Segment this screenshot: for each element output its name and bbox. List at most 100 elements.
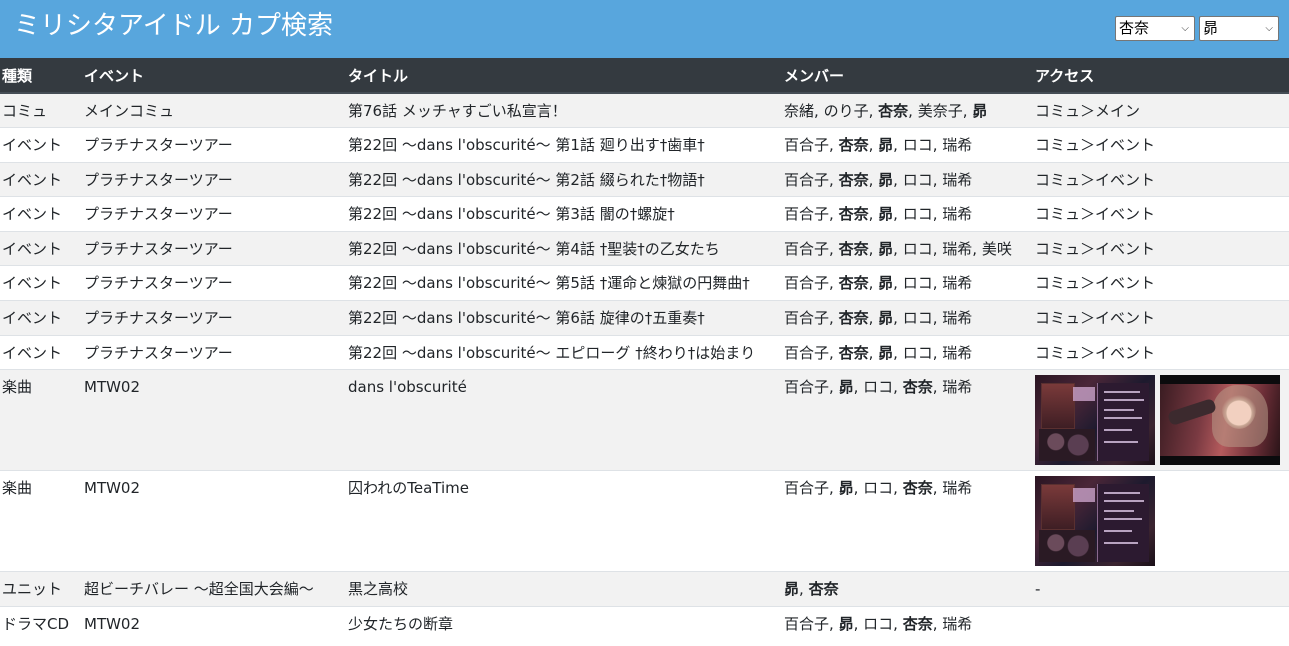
cell-type: イベント [0,300,82,336]
cell-title: 第22回 ～dans l'obscurité～ 第5話 †運命と煉獄の円舞曲† [346,265,782,301]
member-name: 百合子 [784,170,830,189]
cell-event: MTW02 [82,605,346,641]
access-link[interactable]: コミュ＞メイン [1033,92,1289,128]
member-name: 百合子 [784,309,830,328]
cell-event: プラチナスターツアー [82,334,346,370]
column-header-type: 種類 [0,58,82,94]
access-link[interactable]: コミュ＞イベント [1033,300,1289,336]
video-thumbnail[interactable] [1160,375,1280,466]
member-name-highlighted: 昴 [838,479,854,498]
cell-access: - [1033,571,1289,607]
cell-event: 超ビーチバレー ～超全国大会編～ [82,571,346,607]
member-name-highlighted: 昴 [784,580,800,599]
cell-members: 百合子, 昴, ロコ, 杏奈, 瑞希 [782,369,1033,471]
member-name: 美奈子 [917,102,963,120]
cell-type: ユニット [0,571,82,607]
column-header-title: タイトル [346,58,782,94]
member-name: 瑞希 [942,170,973,189]
member-name: 瑞希 [942,274,973,293]
member-name: ロコ [863,479,894,498]
cell-title: 第22回 ～dans l'obscurité～ 第3話 闇の†螺旋† [346,196,782,232]
member-name: ロコ [902,170,933,189]
member-name: 百合子 [784,239,830,258]
member-name-highlighted: 昴 [972,102,988,120]
member-name-highlighted: 昴 [878,309,894,328]
cell-title: 第22回 ～dans l'obscurité～ エピローグ †終わり†は始まり [346,334,782,370]
member-name: 百合子 [784,378,830,397]
idol-select-first[interactable]: 杏奈 ⌵ [1115,16,1195,41]
member-name: 瑞希 [942,343,973,362]
member-name-highlighted: 昴 [878,343,894,362]
cell-type: イベント [0,265,82,301]
page-title: ミリシタアイドル カプ検索 [14,11,333,41]
cd-jacket-thumbnail[interactable] [1035,476,1155,567]
cell-event: プラチナスターツアー [82,196,346,232]
cell-members: 百合子, 杏奈, 昴, ロコ, 瑞希 [782,127,1033,163]
results-table: 種類 イベント タイトル メンバー アクセス コミュ メインコミュ 第76話 メッチ… [0,58,1289,641]
member-name: のり子 [823,102,869,120]
cell-title: 黒之高校 [346,571,782,607]
thumbnail-list [1035,375,1289,466]
table-row: コミュ メインコミュ 第76話 メッチャすごい私宣言！ 奈緒, のり子, 杏奈, 美奈… [0,92,1289,128]
cell-title: dans l'obscurité [346,369,782,471]
cell-type: 楽曲 [0,369,82,471]
cell-type: コミュ [0,92,82,128]
member-name: 奈緒 [784,102,815,120]
access-link[interactable]: コミュ＞イベント [1033,161,1289,197]
table-row: ドラマCD MTW02 少女たちの断章 百合子, 昴, ロコ, 杏奈, 瑞希 [0,605,1289,641]
member-name-highlighted: 昴 [878,239,894,258]
cell-event: プラチナスターツアー [82,161,346,197]
member-name: ロコ [863,378,894,397]
table-row: イベント プラチナスターツアー 第22回 ～dans l'obscurité～ エピ… [0,334,1289,370]
member-name: ロコ [902,205,933,224]
member-name-highlighted: 杏奈 [902,378,933,397]
member-name-highlighted: 杏奈 [878,102,909,120]
member-name: 百合子 [784,136,830,155]
cell-type: イベント [0,161,82,197]
member-name: 瑞希 [942,136,973,155]
member-name: ロコ [902,136,933,155]
table-row: イベント プラチナスターツアー 第22回 ～dans l'obscurité～ 第2… [0,161,1289,197]
member-name-highlighted: 昴 [878,136,894,155]
idol-select-second[interactable]: 昴 ⌵ [1199,16,1279,41]
app-header: ミリシタアイドル カプ検索 杏奈 ⌵ 昴 ⌵ [0,0,1289,58]
table-row: イベント プラチナスターツアー 第22回 ～dans l'obscurité～ 第5… [0,265,1289,301]
member-name: ロコ [902,309,933,328]
cell-type: イベント [0,196,82,232]
cell-members: 百合子, 杏奈, 昴, ロコ, 瑞希, 美咲 [782,230,1033,266]
thumbnail-list [1035,476,1289,567]
cell-type: 楽曲 [0,470,82,572]
cell-title: 第22回 ～dans l'obscurité～ 第4話 †聖装†の乙女たち [346,230,782,266]
access-link[interactable]: コミュ＞イベント [1033,196,1289,232]
table-body: コミュ メインコミュ 第76話 メッチャすごい私宣言！ 奈緒, のり子, 杏奈, 美奈… [0,92,1289,641]
access-link[interactable]: コミュ＞イベント [1033,127,1289,163]
cell-event: MTW02 [82,470,346,572]
cell-type: イベント [0,127,82,163]
cell-title: 囚われのTeaTime [346,470,782,572]
member-name: 瑞希 [942,479,973,498]
member-name-highlighted: 杏奈 [838,170,869,189]
cell-members: 百合子, 杏奈, 昴, ロコ, 瑞希 [782,161,1033,197]
member-name-highlighted: 杏奈 [902,614,933,633]
member-name: 百合子 [784,343,830,362]
member-name-highlighted: 杏奈 [838,239,869,258]
table-row: イベント プラチナスターツアー 第22回 ～dans l'obscurité～ 第1… [0,127,1289,163]
cell-access [1033,605,1289,641]
table-row: 楽曲 MTW02 囚われのTeaTime 百合子, 昴, ロコ, 杏奈, 瑞希 [0,470,1289,572]
member-name: 百合子 [784,479,830,498]
member-name: 百合子 [784,274,830,293]
member-name-highlighted: 杏奈 [838,343,869,362]
cell-members: 百合子, 杏奈, 昴, ロコ, 瑞希 [782,300,1033,336]
chevron-down-icon: ⌵ [1265,23,1273,34]
cd-jacket-thumbnail[interactable] [1035,375,1155,466]
member-name-highlighted: 杏奈 [902,479,933,498]
column-header-access: アクセス [1033,58,1289,94]
cell-event: プラチナスターツアー [82,230,346,266]
column-header-members: メンバー [782,58,1033,94]
table-row: イベント プラチナスターツアー 第22回 ～dans l'obscurité～ 第6… [0,300,1289,336]
access-link[interactable]: コミュ＞イベント [1033,230,1289,266]
access-link[interactable]: コミュ＞イベント [1033,334,1289,370]
cell-members: 百合子, 昴, ロコ, 杏奈, 瑞希 [782,605,1033,641]
access-link[interactable]: コミュ＞イベント [1033,265,1289,301]
table-row: イベント プラチナスターツアー 第22回 ～dans l'obscurité～ 第4… [0,230,1289,266]
